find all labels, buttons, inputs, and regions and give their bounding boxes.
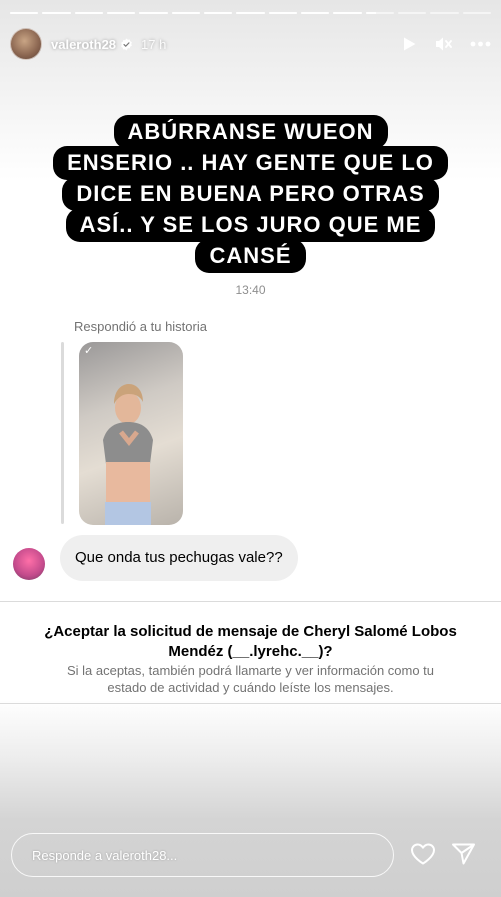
- send-icon[interactable]: [451, 842, 476, 871]
- progress-segment: [203, 12, 233, 14]
- message-request-description: Si la aceptas, también podrá llamarte y …: [0, 662, 501, 696]
- message-request-title: ¿Aceptar la solicitud de mensaje de Cher…: [0, 622, 501, 662]
- sender-avatar: [13, 548, 45, 580]
- play-icon[interactable]: [402, 36, 417, 52]
- story-thumbnail: ✓: [79, 342, 183, 525]
- progress-fill: [10, 12, 39, 14]
- progress-fill: [333, 12, 362, 14]
- divider: [0, 703, 501, 704]
- progress-segment: [42, 12, 71, 14]
- reply-input[interactable]: Responde a valeroth28...: [11, 833, 394, 877]
- progress-fill: [139, 12, 168, 14]
- progress-segment: [236, 12, 265, 14]
- request-sub-line: estado de actividad y cuándo leíste los …: [107, 680, 394, 695]
- progress-segment: [10, 12, 39, 14]
- progress-segment: [300, 12, 330, 14]
- replied-to-story-label: Respondió a tu historia: [74, 319, 207, 334]
- verified-badge-icon: [120, 38, 133, 51]
- story-time: 17 h: [141, 36, 167, 52]
- more-icon[interactable]: [470, 41, 491, 47]
- caption-line: ABÚRRANSE WUEON: [113, 115, 388, 149]
- progress-segment: [462, 12, 491, 14]
- progress-segment: [397, 12, 427, 14]
- heart-icon[interactable]: [410, 842, 436, 871]
- progress-fill: [236, 12, 265, 14]
- progress-fill: [171, 12, 200, 14]
- request-sub-line: Si la aceptas, también podrá llamarte y …: [66, 663, 435, 678]
- progress-segment: [74, 12, 103, 14]
- progress-segment: [365, 12, 394, 14]
- username[interactable]: valeroth28: [51, 37, 116, 52]
- story-view[interactable]: valeroth28 17 h 13:40 ABÚRRANSE WUEON EN…: [0, 0, 501, 897]
- progress-segment: [139, 12, 168, 14]
- message-time: 13:40: [235, 283, 266, 297]
- progress-segment: [106, 12, 136, 14]
- checkmark-icon: ✓: [84, 345, 94, 357]
- story-header: valeroth28 17 h: [10, 28, 491, 60]
- progress-fill: [268, 12, 297, 14]
- message-bubble: Que onda tus pechugas vale??: [60, 535, 298, 581]
- request-title-line: ¿Aceptar la solicitud de mensaje de Cher…: [44, 623, 457, 640]
- muted-icon[interactable]: [435, 36, 452, 52]
- progress-segment: [268, 12, 297, 14]
- progress-fill: [365, 12, 376, 14]
- caption-line: DICE EN BUENA PERO OTRAS: [62, 177, 439, 211]
- progress-segment: [171, 12, 200, 14]
- progress-fill: [203, 12, 233, 14]
- progress-segment: [333, 12, 362, 14]
- request-title-line: Mendéz (__.lyrehc.__)?: [168, 643, 333, 660]
- divider: [0, 601, 501, 602]
- progress-fill: [74, 12, 103, 14]
- reply-quote-bar: [61, 342, 64, 524]
- caption-line: ENSERIO .. HAY GENTE QUE LO: [53, 146, 448, 180]
- progress-fill: [42, 12, 71, 14]
- progress-fill: [300, 12, 330, 14]
- story-progress-bar: [10, 12, 491, 14]
- progress-segment: [430, 12, 459, 14]
- story-caption: ABÚRRANSE WUEON ENSERIO .. HAY GENTE QUE…: [0, 115, 501, 273]
- progress-fill: [106, 12, 136, 14]
- caption-line: ASÍ.. Y SE LOS JURO QUE ME: [65, 208, 436, 242]
- caption-line: CANSÉ: [195, 239, 306, 273]
- reply-placeholder: Responde a valeroth28...: [32, 847, 178, 863]
- avatar[interactable]: [10, 28, 42, 60]
- person-photo: [103, 384, 153, 525]
